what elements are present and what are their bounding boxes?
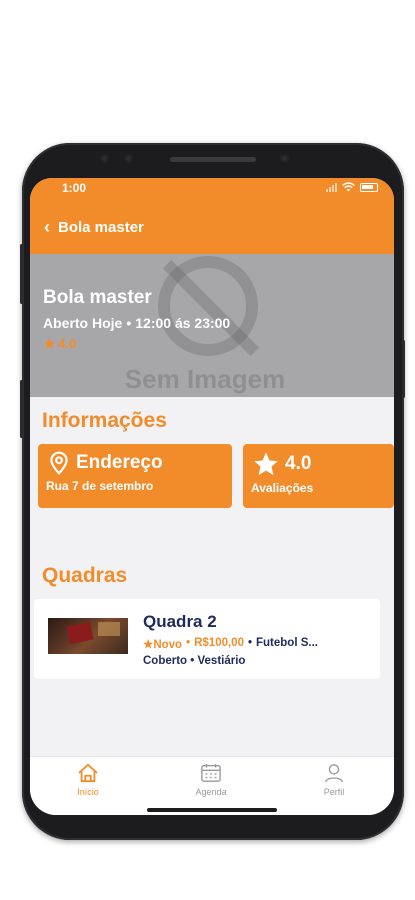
location-pin-icon	[50, 451, 68, 475]
court-tags: Coberto • Vestiário	[143, 655, 246, 667]
separator-dot: •	[186, 637, 191, 649]
venue-rating: 4.0	[43, 336, 76, 351]
court-name: Quadra 2	[143, 612, 217, 631]
tab-schedule[interactable]: Agenda	[176, 763, 246, 797]
battery-icon	[360, 182, 378, 192]
back-chevron-icon[interactable]: ‹	[44, 218, 50, 236]
speaker-grille	[170, 157, 256, 162]
calendar-icon	[201, 763, 221, 782]
home-indicator	[147, 808, 277, 812]
thumbnail-highlight	[98, 622, 120, 636]
court-price: R$100,00	[194, 637, 244, 649]
reviews-score: 4.0	[285, 453, 312, 474]
star-icon	[254, 452, 278, 476]
tab-profile[interactable]: Perfil	[299, 763, 369, 797]
back-button-label[interactable]: Bola master	[58, 219, 144, 236]
sensor	[124, 154, 133, 163]
status-time: 1:00	[62, 181, 87, 195]
opening-hours: 12:00 ás 23:00	[135, 315, 231, 331]
court-card[interactable]: Quadra 2 ★Novo • R$100,00 • Futebol S...…	[34, 599, 380, 679]
star-icon	[44, 338, 55, 349]
venue-title: Bola master	[43, 287, 152, 308]
venue-hours: Aberto Hoje • 12:00 ás 23:00	[43, 315, 230, 331]
power-button	[402, 340, 405, 398]
open-status: Aberto Hoje	[43, 315, 123, 331]
court-sport: Futebol S...	[256, 637, 318, 649]
tab-profile-label: Perfil	[323, 787, 345, 797]
tab-home-label: Início	[77, 787, 99, 797]
new-badge-label: Novo	[153, 639, 183, 651]
wifi-icon	[342, 182, 355, 192]
volume-up-button	[20, 244, 23, 304]
no-image-text: Sem Imagem	[124, 364, 286, 394]
address-title: Endereço	[76, 452, 163, 473]
nav-bar: ‹ Bola master	[30, 200, 394, 254]
reviews-label: Avaliações	[251, 481, 314, 495]
info-section-title: Informações	[42, 409, 167, 432]
status-bar: 1:00	[30, 178, 394, 200]
app-screen: 1:00 ‹ Bola master Sem Imagem Bola maste…	[30, 178, 394, 815]
home-icon	[78, 763, 98, 783]
court-meta: ★Novo • R$100,00 • Futebol S...	[143, 637, 318, 651]
proximity-sensor	[280, 154, 289, 163]
address-card[interactable]: Endereço Rua 7 de setembro	[38, 444, 232, 508]
courts-section-title: Quadras	[42, 564, 128, 587]
thumbnail-shape	[66, 621, 94, 645]
reviews-card[interactable]: 4.0 Avaliações	[243, 444, 394, 508]
tab-schedule-label: Agenda	[195, 787, 227, 797]
tab-home[interactable]: Início	[53, 763, 123, 797]
user-icon	[325, 764, 343, 783]
new-badge: ★Novo	[143, 639, 183, 651]
separator-dot: •	[126, 315, 132, 331]
cellular-signal-icon	[326, 182, 337, 192]
tab-bar: Início Agenda Perfil	[30, 756, 394, 815]
separator-dot: •	[247, 637, 252, 649]
front-camera	[100, 154, 109, 163]
volume-down-button	[20, 380, 23, 438]
venue-hero: Sem Imagem Bola master Aberto Hoje • 12:00…	[30, 254, 394, 397]
address-value: Rua 7 de setembro	[46, 479, 154, 493]
court-thumbnail	[48, 618, 128, 654]
rating-value: 4.0	[58, 336, 77, 351]
